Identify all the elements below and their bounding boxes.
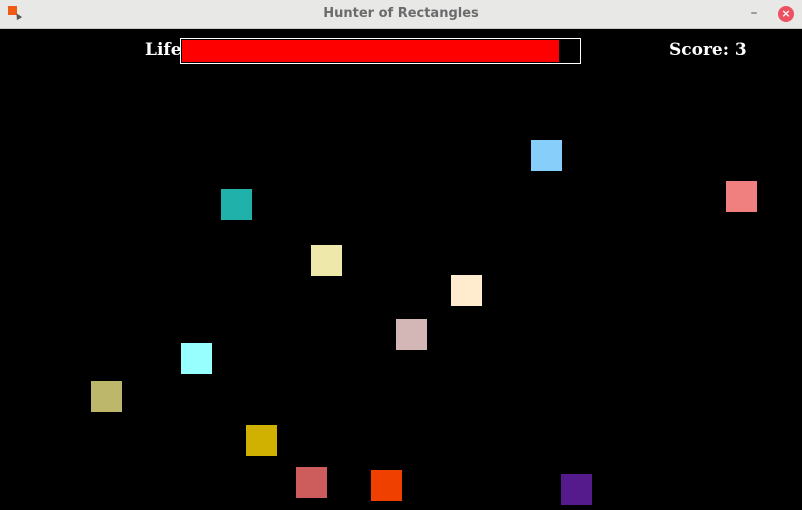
life-bar-fill (182, 40, 559, 62)
target-rectangle[interactable] (561, 474, 592, 505)
target-rectangle[interactable] (311, 245, 342, 276)
target-rectangle[interactable] (246, 425, 277, 456)
target-rectangle[interactable] (396, 319, 427, 350)
target-rectangle[interactable] (221, 189, 252, 220)
target-rectangle[interactable] (181, 343, 212, 374)
target-rectangle[interactable] (451, 275, 482, 306)
game-window: Hunter of Rectangles – × Life Score: 3 (0, 0, 802, 510)
target-rectangle[interactable] (531, 140, 562, 171)
target-rectangle[interactable] (91, 381, 122, 412)
title-bar: Hunter of Rectangles – × (0, 0, 802, 29)
window-title: Hunter of Rectangles (323, 6, 479, 21)
game-canvas[interactable]: Life Score: 3 (1, 29, 801, 509)
target-rectangle[interactable] (296, 467, 327, 498)
target-rectangle[interactable] (726, 181, 757, 212)
life-bar (180, 38, 581, 64)
life-label: Life (145, 40, 182, 60)
minimize-icon[interactable]: – (746, 6, 762, 22)
close-icon[interactable]: × (778, 6, 794, 22)
target-rectangle[interactable] (371, 470, 402, 501)
score-display: Score: 3 (669, 40, 747, 60)
